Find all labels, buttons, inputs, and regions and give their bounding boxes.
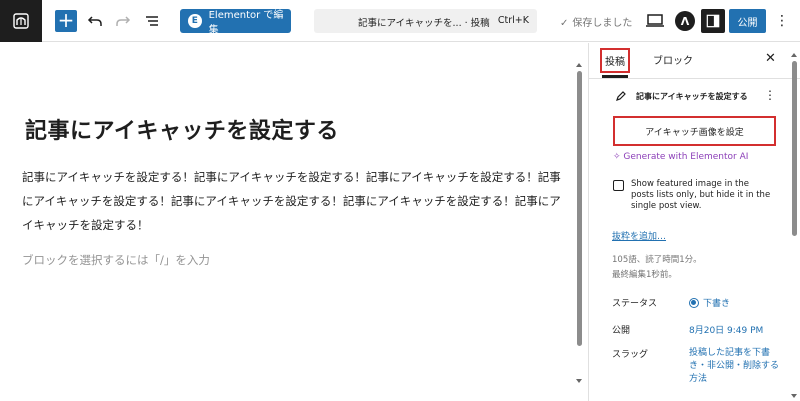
elementor-button-label: Elementor で編集: [208, 10, 284, 36]
scrollbar-thumb[interactable]: [577, 71, 582, 346]
word-count-info: 105語、読了時間1分。 最終編集1秒前。: [612, 253, 702, 283]
set-featured-image-button[interactable]: アイキャッチ画像を設定: [613, 116, 776, 146]
pen-icon: [616, 91, 626, 101]
command-palette-button[interactable]: 記事にアイキャッチを... · 投稿 Ctrl+K: [314, 9, 537, 33]
scrollbar-thumb[interactable]: [792, 61, 797, 236]
checkbox-label: Show featured image in the posts lists o…: [631, 179, 771, 211]
generate-ai-label: Generate with Elementor AI: [623, 152, 749, 162]
slug-value-link[interactable]: 投稿した記事を下書き・非公開・削除する方法: [689, 347, 779, 386]
status-value: 下書き: [703, 299, 731, 309]
preview-desktop-icon[interactable]: [645, 12, 665, 30]
sidebar-tabs: 投稿 ブロック ✕: [589, 43, 800, 79]
add-block-button[interactable]: +: [55, 10, 77, 32]
site-icon: [13, 13, 29, 29]
active-tab-indicator: [602, 75, 628, 78]
saved-label: 保存しました: [572, 18, 633, 29]
post-actions-more-icon[interactable]: ⋮: [764, 88, 776, 102]
empty-block-placeholder[interactable]: ブロックを選択するには「/」を入力: [22, 252, 210, 268]
check-icon: ✓: [560, 18, 569, 29]
post-card-title: 記事にアイキャッチを設定する: [636, 92, 748, 101]
word-count-text: 105語、読了時間1分。: [612, 255, 702, 265]
wordpress-logo-icon[interactable]: [0, 0, 42, 42]
settings-sidebar-icon[interactable]: [701, 9, 725, 33]
redo-icon[interactable]: [113, 11, 133, 31]
publish-date-label: 公開: [612, 326, 631, 336]
add-excerpt-link[interactable]: 抜粋を追加…: [612, 229, 666, 242]
featured-image-visibility-checkbox[interactable]: [613, 180, 624, 191]
close-icon[interactable]: ✕: [765, 51, 776, 66]
document-overview-icon[interactable]: [142, 11, 162, 31]
elementor-icon: E: [188, 14, 202, 28]
sparkle-icon: ✧: [613, 152, 624, 162]
last-edited-text: 最終編集1秒前。: [612, 270, 677, 280]
draft-status-icon: [689, 298, 699, 308]
astra-settings-icon[interactable]: Λ: [675, 11, 695, 31]
scroll-down-arrow-icon[interactable]: [791, 394, 797, 398]
publish-button[interactable]: 公開: [729, 9, 766, 33]
status-value-button[interactable]: 下書き: [689, 296, 730, 309]
canvas-scrollbar[interactable]: [576, 63, 583, 393]
document-title: 記事にアイキャッチを... · 投稿: [358, 18, 490, 29]
scroll-up-arrow-icon[interactable]: [791, 53, 797, 57]
tab-block[interactable]: ブロック: [653, 52, 693, 67]
generate-with-elementor-ai-link[interactable]: ✧ Generate with Elementor AI: [613, 152, 748, 162]
settings-sidebar: 投稿 ブロック ✕ 記事にアイキャッチを設定する ⋮ アイキャッチ画像を設定 ✧…: [588, 43, 800, 401]
undo-icon[interactable]: [85, 11, 105, 31]
command-shortcut: Ctrl+K: [497, 15, 529, 26]
tab-post[interactable]: 投稿: [600, 48, 630, 73]
status-label: ステータス: [612, 299, 658, 309]
scroll-up-arrow-icon[interactable]: [576, 63, 582, 67]
sidebar-scrollbar[interactable]: [791, 53, 798, 398]
publish-date-value[interactable]: 8月20日 9:49 PM: [689, 323, 763, 336]
options-menu-icon[interactable]: ⋮: [774, 11, 790, 31]
edit-with-elementor-button[interactable]: E Elementor で編集: [180, 9, 291, 36]
editor-canvas: 記事にアイキャッチを設定する 記事にアイキャッチを設定する！記事にアイキャッチを…: [0, 43, 588, 401]
scroll-down-arrow-icon[interactable]: [576, 379, 582, 383]
post-title[interactable]: 記事にアイキャッチを設定する: [25, 113, 339, 145]
slug-label: スラッグ: [612, 350, 649, 360]
saved-status: ✓ 保存しました: [560, 14, 632, 29]
editor-toolbar: + E Elementor で編集 記事にアイキャッチを... · 投稿 Ctr…: [0, 0, 800, 42]
paragraph-block[interactable]: 記事にアイキャッチを設定する！記事にアイキャッチを設定する！記事にアイキャッチを…: [22, 165, 570, 237]
